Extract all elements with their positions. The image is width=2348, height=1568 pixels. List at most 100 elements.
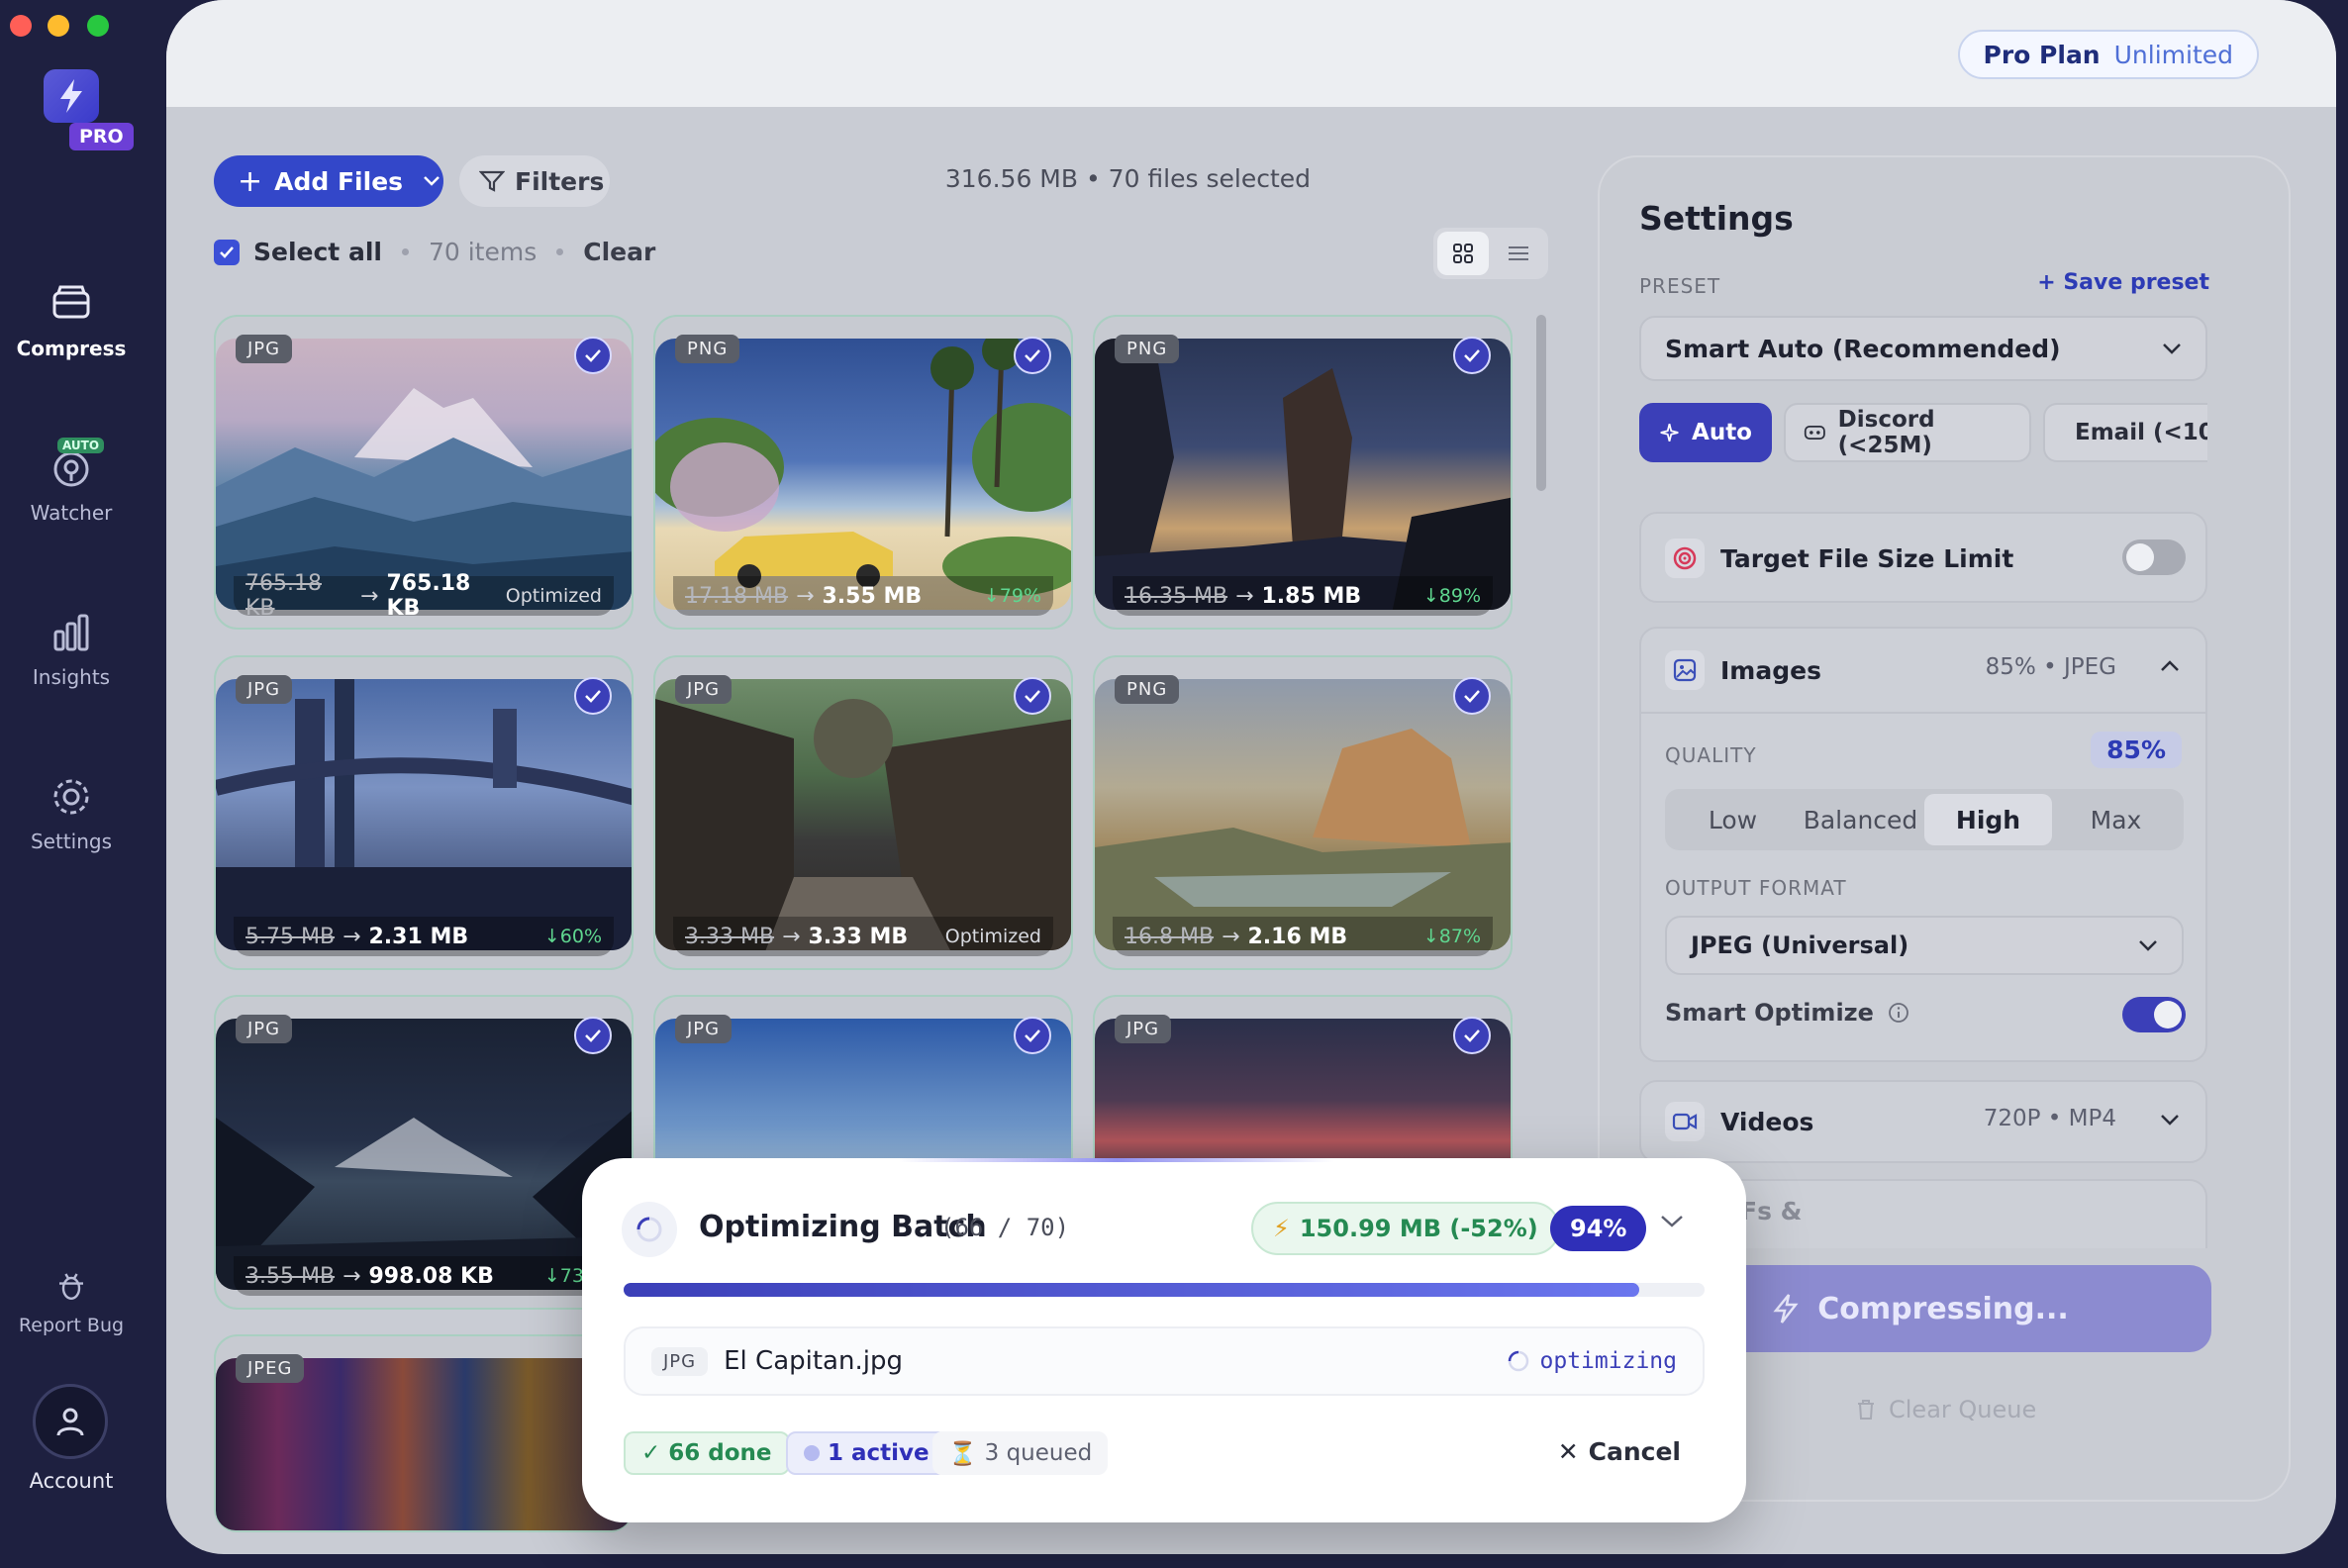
file-selected-checkbox[interactable]: [1014, 337, 1051, 374]
quality-option-balanced[interactable]: Balanced: [1797, 794, 1924, 845]
save-preset-button[interactable]: + Save preset: [2037, 270, 2209, 295]
images-header[interactable]: Images: [1665, 629, 1821, 712]
videos-title: Videos: [1720, 1107, 1814, 1136]
file-selected-checkbox[interactable]: [1453, 677, 1491, 715]
file-type-tag: JPG: [236, 1015, 293, 1043]
preset-pill-discord[interactable]: Discord (<25M): [1784, 403, 2031, 462]
file-selected-checkbox[interactable]: [574, 337, 612, 374]
current-file-status-label: optimizing: [1539, 1348, 1677, 1374]
preset-value: Smart Auto (Recommended): [1665, 334, 2061, 363]
account-label[interactable]: Account: [0, 1469, 143, 1493]
videos-section[interactable]: Videos 720P • MP4: [1639, 1080, 2207, 1163]
compress-button-label: Compressing...: [1817, 1291, 2069, 1326]
clear-link[interactable]: Clear: [583, 238, 655, 266]
arrow-right-icon: →: [782, 924, 801, 949]
file-selected-checkbox[interactable]: [1014, 1017, 1051, 1054]
clear-queue-button[interactable]: Clear Queue: [1855, 1396, 2036, 1423]
file-card[interactable]: JPG 5.75 MB → 2.31 MB ↓60%: [214, 655, 634, 970]
file-card[interactable]: PNG 16.35 MB → 1.85 MB ↓89%: [1093, 315, 1513, 630]
check-icon: [1025, 349, 1040, 362]
file-size-info: 765.18 KB → 765.18 KB Optimized: [234, 571, 614, 621]
compressed-size: 998.08 KB: [368, 1263, 494, 1289]
file-card[interactable]: JPG 3.33 MB → 3.33 MB Optimized: [653, 655, 1073, 970]
compress-icon: [52, 285, 90, 319]
file-selected-checkbox[interactable]: [1453, 1017, 1491, 1054]
file-card[interactable]: PNG 17.18 MB → 3.55 MB ↓79%: [653, 315, 1073, 630]
saving-percent: ↓60%: [543, 926, 602, 947]
sidebar-item-watcher[interactable]: Watcher: [0, 445, 143, 525]
original-size: 17.18 MB: [685, 583, 789, 609]
filters-button[interactable]: Filters: [459, 155, 610, 207]
output-format-value: JPEG (Universal): [1691, 931, 1909, 959]
select-all-checkbox[interactable]: [214, 239, 240, 265]
auto-badge: AUTO: [57, 438, 105, 453]
sidebar-item-compress[interactable]: Compress: [0, 281, 143, 360]
arrow-right-icon: →: [1235, 583, 1254, 609]
cancel-button[interactable]: ✕ Cancel: [1558, 1437, 1681, 1466]
file-selected-checkbox[interactable]: [1014, 677, 1051, 715]
preset-pill-email[interactable]: Email (<10: [2043, 403, 2207, 462]
selection-summary: 316.56 MB • 70 files selected: [944, 164, 1311, 193]
chevron-down-icon[interactable]: [1659, 1214, 1685, 1229]
check-icon: [585, 1029, 601, 1042]
file-grid-scrollbar[interactable]: [1536, 315, 1546, 491]
compressed-size: 1.85 MB: [1261, 583, 1362, 609]
file-selected-checkbox[interactable]: [574, 677, 612, 715]
quality-option-max[interactable]: Max: [2052, 794, 2180, 845]
spinner-icon: [1508, 1350, 1528, 1372]
arrow-right-icon: →: [1222, 924, 1240, 949]
file-size-info: 3.55 MB → 998.08 KB ↓73%: [234, 1256, 614, 1296]
quality-label: QUALITY: [1665, 743, 1757, 767]
images-section: Images 85% • JPEG QUALITY 85% Low Balanc…: [1639, 627, 2207, 1062]
file-selected-checkbox[interactable]: [1453, 337, 1491, 374]
sidebar-item-settings[interactable]: Settings: [0, 774, 143, 853]
add-files-button[interactable]: + Add Files: [214, 155, 443, 207]
batch-progress-modal: Optimizing Batch (66 / 70) ⚡ 150.99 MB (…: [582, 1158, 1746, 1522]
file-size-info: 3.33 MB → 3.33 MB Optimized: [673, 917, 1053, 956]
list-view-button[interactable]: [1493, 232, 1544, 275]
videos-header: Videos: [1665, 1082, 1813, 1161]
insights-icon: [53, 614, 89, 651]
divider: [1641, 712, 2205, 714]
file-thumbnail: [655, 679, 1071, 950]
select-all-label[interactable]: Select all: [253, 238, 382, 266]
file-card[interactable]: JPG 765.18 KB → 765.18 KB Optimized: [214, 315, 634, 630]
original-size: 16.8 MB: [1125, 924, 1215, 949]
batch-progress-bar: [624, 1283, 1705, 1297]
smart-optimize-toggle[interactable]: [2122, 997, 2186, 1032]
current-file-type: JPG: [651, 1346, 709, 1376]
compressed-size: 765.18 KB: [386, 571, 471, 621]
chevron-down-icon: [424, 176, 440, 186]
add-files-label: Add Files: [274, 166, 404, 196]
video-icon: [1665, 1102, 1705, 1141]
file-type-tag: JPEG: [236, 1354, 305, 1383]
check-icon: [1025, 1029, 1040, 1042]
plan-name: Pro Plan: [1983, 40, 2101, 69]
account-avatar[interactable]: [33, 1384, 108, 1459]
output-format-select[interactable]: JPEG (Universal): [1665, 916, 2184, 975]
chevron-up-icon[interactable]: [2160, 660, 2180, 672]
sidebar-item-insights[interactable]: Insights: [0, 610, 143, 689]
file-card[interactable]: PNG 16.8 MB → 2.16 MB ↓87%: [1093, 655, 1513, 970]
report-bug-label: Report Bug: [18, 1315, 125, 1336]
info-icon[interactable]: [1888, 1002, 1909, 1024]
preset-pill-label: Auto: [1692, 420, 1752, 445]
file-card[interactable]: JPEG: [214, 1334, 634, 1532]
separator-dot: [401, 248, 409, 255]
target-size-toggle[interactable]: [2122, 539, 2186, 575]
select-row: Select all 70 items Clear: [214, 238, 655, 266]
plan-badge[interactable]: Pro Plan Unlimited: [1957, 30, 2259, 79]
report-bug-button[interactable]: Report Bug: [0, 1267, 143, 1336]
list-icon: [1509, 246, 1528, 260]
file-type-tag: PNG: [1115, 335, 1180, 363]
preset-select[interactable]: Smart Auto (Recommended): [1639, 316, 2207, 381]
file-card[interactable]: JPG 3.55 MB → 998.08 KB ↓73%: [214, 995, 634, 1310]
preset-pill-auto[interactable]: Auto: [1639, 403, 1772, 462]
grid-view-button[interactable]: [1437, 232, 1489, 275]
active-chip: 1 active: [786, 1431, 947, 1475]
file-selected-checkbox[interactable]: [574, 1017, 612, 1054]
file-size-info: 16.8 MB → 2.16 MB ↓87%: [1113, 917, 1493, 956]
quality-option-low[interactable]: Low: [1669, 794, 1797, 845]
quality-option-high[interactable]: High: [1924, 794, 2052, 845]
file-type-tag: PNG: [675, 335, 740, 363]
